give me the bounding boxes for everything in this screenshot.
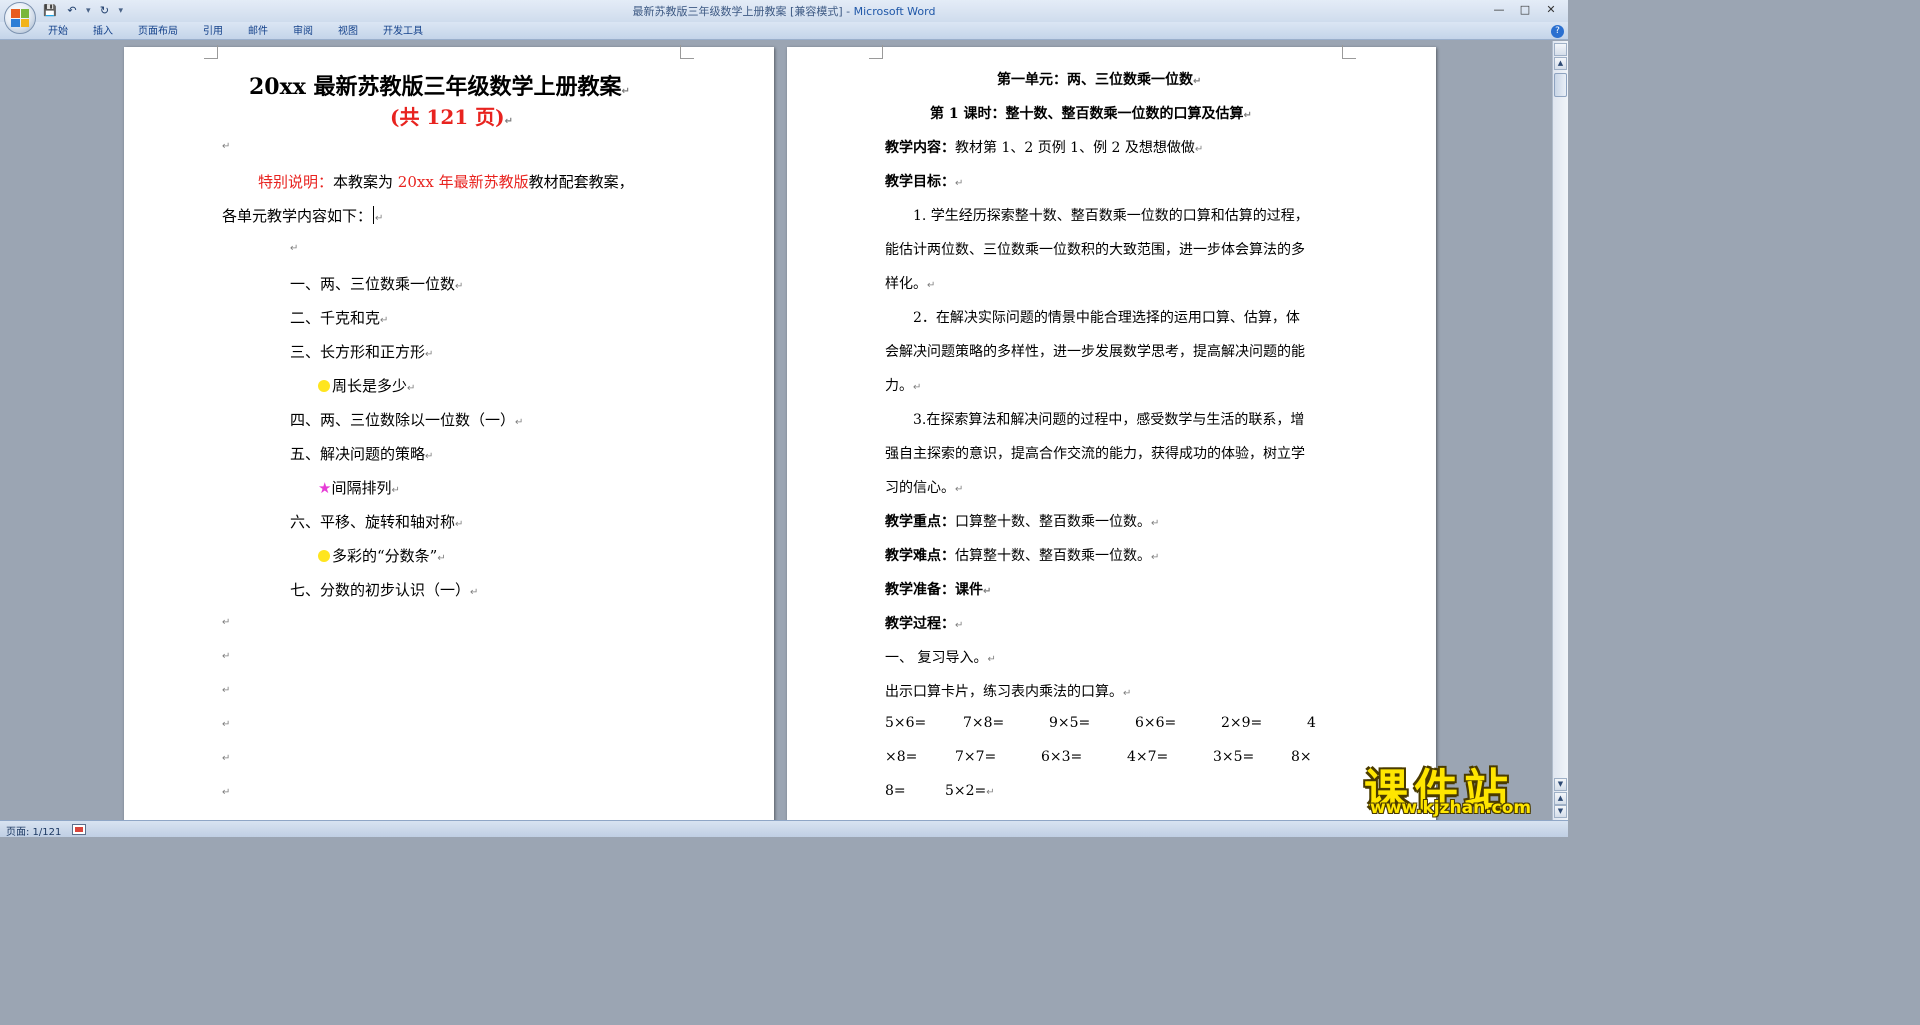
document-subtitle: (共 121 页)↵ xyxy=(390,105,513,129)
calc-item: ×8= xyxy=(885,749,918,765)
goal-1-line: 1. 学生经历探索整十数、整百数乘一位数的口算和估算的过程， xyxy=(913,208,1309,224)
ribbon: 开始 插入 页面布局 引用 邮件 审阅 视图 开发工具 ? xyxy=(0,22,1568,40)
unit-list-item: 四、两、三位数除以一位数（一）↵ xyxy=(290,411,524,429)
teaching-key-point: 教学重点：口算整十数、整百数乘一位数。↵ xyxy=(885,514,1160,530)
paragraph-mark: ↵ xyxy=(222,685,231,696)
tab-home[interactable]: 开始 xyxy=(48,24,80,39)
ribbon-tabs: 开始 插入 页面布局 引用 邮件 审阅 视图 开发工具 xyxy=(48,24,448,39)
office-logo-icon xyxy=(11,9,29,27)
unit-sub-item: 多彩的“分数条”↵ xyxy=(318,545,446,566)
yellow-dot-icon xyxy=(318,550,330,562)
special-note-line1: 特别说明：本教案为 20xx 年最新苏教版教材配套教案， xyxy=(258,173,634,191)
unit-sub-item: 周长是多少↵ xyxy=(318,375,415,396)
goal-1-line: 样化。↵ xyxy=(885,276,936,292)
paragraph-mark: ↵ xyxy=(222,753,231,764)
office-button[interactable] xyxy=(4,2,36,34)
ruler-toggle-icon[interactable] xyxy=(1554,43,1567,56)
page-1[interactable]: 20xx 最新苏教版三年级数学上册教案↵ (共 121 页)↵ ↵ 特别说明：本… xyxy=(124,45,774,820)
macro-record-icon[interactable] xyxy=(72,824,86,835)
paragraph-mark: ↵ xyxy=(222,651,231,662)
unit-list-item: 五、解决问题的策略↵ xyxy=(290,445,434,463)
tab-references[interactable]: 引用 xyxy=(203,24,235,39)
window-controls: — □ ✕ xyxy=(1488,2,1562,18)
tab-mailings[interactable]: 邮件 xyxy=(248,24,280,39)
unit-list-item: 二、千克和克↵ xyxy=(290,309,389,327)
document-title: 20xx 最新苏教版三年级数学上册教案↵ xyxy=(249,74,630,100)
vertical-scrollbar[interactable]: ▲ ▼ ▲ ▼ xyxy=(1552,41,1568,820)
tab-view[interactable]: 视图 xyxy=(338,24,370,39)
unit-heading: 第一单元：两、三位数乘一位数↵ xyxy=(997,72,1202,88)
calc-item: 8× xyxy=(1291,749,1312,765)
tab-insert[interactable]: 插入 xyxy=(93,24,125,39)
paragraph-mark: ↵ xyxy=(222,141,231,152)
calc-item: 8= xyxy=(885,783,906,799)
maximize-icon[interactable]: □ xyxy=(1514,2,1536,18)
calc-item: 3×5= xyxy=(1213,749,1255,765)
process-step-1-text: 出示口算卡片，练习表内乘法的口算。↵ xyxy=(885,684,1132,700)
paragraph-mark: ↵ xyxy=(222,719,231,730)
crop-mark xyxy=(680,45,694,59)
calc-item: 6×6= xyxy=(1135,715,1177,731)
goal-3-line: 3.在探索算法和解决问题的过程中，感受数学与生活的联系，增 xyxy=(913,412,1305,428)
lesson-heading: 第 1 课时：整十数、整百数乘一位数的口算及估算↵ xyxy=(930,106,1252,122)
calc-item: 9×5= xyxy=(1049,715,1091,731)
calc-item: 5×2=↵ xyxy=(945,783,995,799)
page-counter[interactable]: 页面: 1/121 xyxy=(6,823,61,838)
tab-developer[interactable]: 开发工具 xyxy=(383,24,435,39)
watermark-url: www.kjzhan.com xyxy=(1370,798,1532,818)
crop-mark xyxy=(204,45,218,59)
calc-item: 6×3= xyxy=(1041,749,1083,765)
watermark-logo: 课件站 www.kjzhan.com xyxy=(1356,754,1556,820)
unit-list-item: 六、平移、旋转和轴对称↵ xyxy=(290,513,464,531)
document-workspace: 20xx 最新苏教版三年级数学上册教案↵ (共 121 页)↵ ↵ 特别说明：本… xyxy=(0,41,1552,820)
scroll-up-icon[interactable]: ▲ xyxy=(1554,57,1567,70)
calc-item: 4×7= xyxy=(1127,749,1169,765)
process-step-1: 一、 复习导入。↵ xyxy=(885,650,996,666)
title-bar: 💾 ↶ ▾ ↻ ▾ 最新苏教版三年级数学上册教案 [兼容模式] - Micros… xyxy=(0,0,1568,34)
teaching-difficulty: 教学难点：估算整十数、整百数乘一位数。↵ xyxy=(885,548,1160,564)
goal-1-line: 能估计两位数、三位数乘一位数积的大致范围，进一步体会算法的多 xyxy=(885,242,1305,258)
teaching-process-label: 教学过程：↵ xyxy=(885,616,964,632)
unit-list-item: 七、分数的初步认识（一）↵ xyxy=(290,581,479,599)
paragraph-mark: ↵ xyxy=(222,787,231,798)
crop-mark xyxy=(869,45,883,59)
teaching-content: 教学内容：教材第 1、2 页例 1、例 2 及想想做做↵ xyxy=(885,140,1204,156)
goal-2-line: 力。↵ xyxy=(885,378,922,394)
teaching-goals-label: 教学目标：↵ xyxy=(885,174,964,190)
crop-mark xyxy=(1342,45,1356,59)
goal-3-line: 习的信心。↵ xyxy=(885,480,964,496)
minimize-icon[interactable]: — xyxy=(1488,2,1510,18)
unit-list-item: 一、两、三位数乘一位数↵ xyxy=(290,275,464,293)
unit-list-item: 三、长方形和正方形↵ xyxy=(290,343,434,361)
calc-item: 2×9= xyxy=(1221,715,1263,731)
tab-review[interactable]: 审阅 xyxy=(293,24,325,39)
app-name: Microsoft Word xyxy=(853,5,936,18)
goal-2-line: 会解决问题策略的多样性，进一步发展数学思考，提高解决问题的能 xyxy=(885,344,1305,360)
goal-3-line: 强自主探索的意识，提高合作交流的能力，获得成功的体验，树立学 xyxy=(885,446,1305,462)
status-bar: 页面: 1/121 xyxy=(0,820,1568,838)
page-2[interactable]: 第一单元：两、三位数乘一位数↵ 第 1 课时：整十数、整百数乘一位数的口算及估算… xyxy=(787,45,1436,820)
calc-item: 7×8= xyxy=(963,715,1005,731)
yellow-dot-icon xyxy=(318,380,330,392)
paragraph-mark: ↵ xyxy=(290,243,299,254)
calc-item: 5×6= xyxy=(885,715,927,731)
paragraph-mark: ↵ xyxy=(222,617,231,628)
calc-item: 4 xyxy=(1307,715,1316,731)
text-cursor xyxy=(373,206,375,224)
help-icon[interactable]: ? xyxy=(1551,25,1564,38)
close-icon[interactable]: ✕ xyxy=(1540,2,1562,18)
calc-item: 7×7= xyxy=(955,749,997,765)
tab-page-layout[interactable]: 页面布局 xyxy=(138,24,190,39)
teaching-preparation: 教学准备：课件↵ xyxy=(885,582,992,598)
unit-sub-item: ★间隔排列↵ xyxy=(318,479,400,497)
goal-2-line: 2．在解决实际问题的情景中能合理选择的运用口算、估算，体 xyxy=(913,310,1300,326)
pink-star-icon: ★ xyxy=(318,479,332,497)
window-title: 最新苏教版三年级数学上册教案 [兼容模式] - Microsoft Word xyxy=(0,3,1568,19)
scrollbar-thumb[interactable] xyxy=(1554,73,1567,97)
document-name: 最新苏教版三年级数学上册教案 [兼容模式] - xyxy=(632,5,854,18)
special-note-line2: 各单元教学内容如下： ↵ xyxy=(222,206,384,225)
